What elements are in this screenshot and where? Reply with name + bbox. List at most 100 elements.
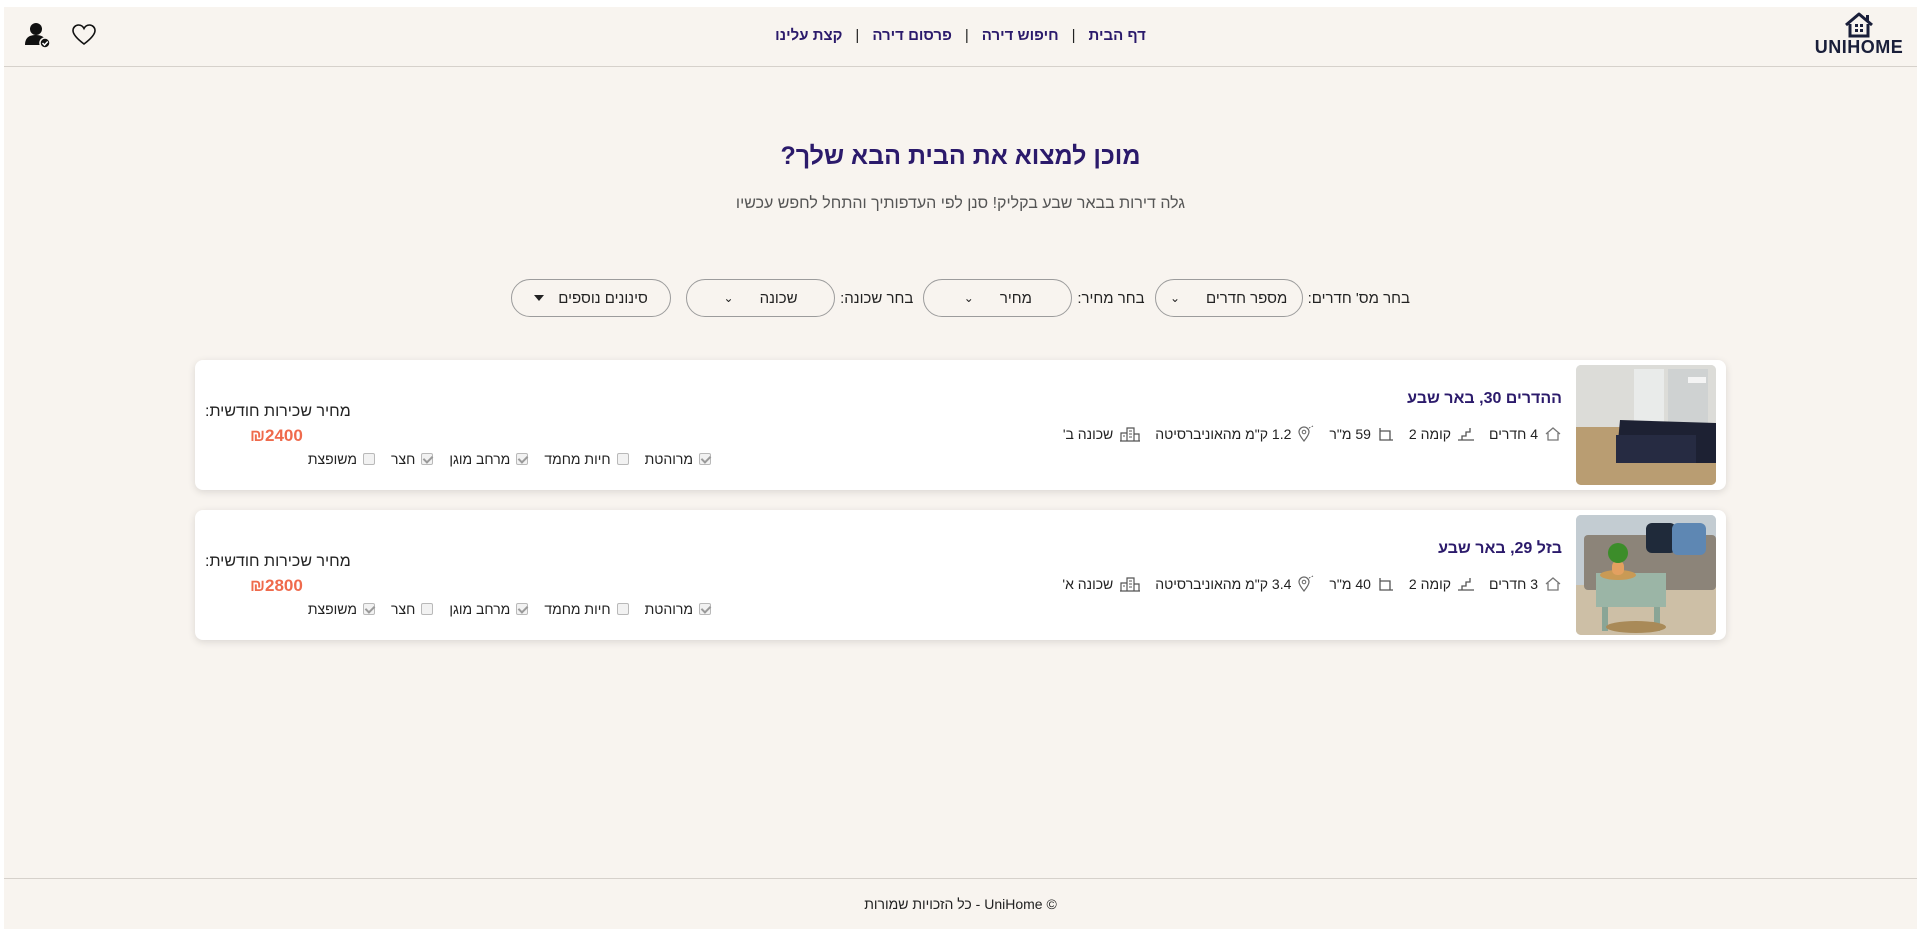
amenity-furnished[interactable]: מרוהטת <box>645 601 711 617</box>
distance-value: 1.2 ק"מ מהאוניברסיטה <box>1155 426 1292 442</box>
nav-separator: | <box>855 27 860 44</box>
rooms-select[interactable]: מספר חדרים ⌄ <box>1154 279 1303 317</box>
hood-filter-label: בחר שכונה: <box>840 289 914 307</box>
amenity-checkbox[interactable] <box>421 453 434 465</box>
amenity-checkbox[interactable] <box>699 453 711 465</box>
heart-icon[interactable] <box>72 24 96 46</box>
size-feature: 40 מ"ר <box>1329 576 1395 592</box>
price-value: ₪2800 <box>250 576 303 595</box>
distance-feature: 3.4 ק"מ מהאוניברסיטה <box>1155 575 1315 593</box>
amenity-label: מרוהטת <box>644 451 693 467</box>
stairs-icon <box>1458 578 1474 591</box>
house-icon <box>1545 577 1561 591</box>
amenity-checkbox[interactable] <box>421 603 434 615</box>
buildings-icon <box>1120 577 1141 592</box>
hero-subtitle: גלה דירות בבאר שבע בקליק! סנן לפי העדפות… <box>735 195 1186 212</box>
header-icons <box>24 21 96 49</box>
price-value: ₪2400 <box>250 426 303 445</box>
amenity-label: חיות מחמד <box>544 451 611 467</box>
user-check-icon[interactable] <box>24 21 52 49</box>
floor-feature: קומה 2 <box>1409 576 1475 592</box>
size-value: 59 מ"ר <box>1329 426 1371 442</box>
nav-separator: | <box>1071 27 1076 44</box>
chevron-down-icon: ⌄ <box>1169 291 1180 305</box>
amenity-pets[interactable]: חיות מחמד <box>544 451 629 467</box>
chevron-down-icon: ⌄ <box>963 291 974 305</box>
location-pin-icon <box>1298 425 1314 442</box>
footer: © UniHome - כל הזכויות שמורות <box>4 878 1917 929</box>
amenity-yard[interactable]: חצר <box>391 451 434 467</box>
amenity-checkbox[interactable] <box>363 603 375 615</box>
listing-card[interactable]: בזל 29, באר שבע 3 חדרים קומה 2 40 מ"ר 3.… <box>195 510 1726 640</box>
neighborhood-feature: שכונה ב' <box>1063 426 1141 442</box>
amenity-label: מרחב מוגן <box>449 451 511 467</box>
amenity-label: משופצת <box>307 601 357 617</box>
area-icon <box>1379 428 1393 441</box>
nav-search[interactable]: חיפוש דירה <box>982 27 1059 44</box>
price-label: מחיר שכירות חודשית: <box>205 403 351 420</box>
amenity-renovated[interactable]: משופצת <box>308 601 375 617</box>
amenity-label: מרחב מוגן <box>449 601 511 617</box>
more-filters-button[interactable]: סינונים נוספים <box>511 279 672 317</box>
price-select-value: מחיר <box>999 289 1032 307</box>
listing-title[interactable]: ההדרים 30, באר שבע <box>1407 390 1562 408</box>
amenity-safe-room[interactable]: מרחב מוגן <box>449 601 529 617</box>
nav-separator: | <box>964 27 969 44</box>
listing-photo[interactable] <box>1576 515 1716 635</box>
house-icon <box>1545 427 1561 441</box>
amenity-label: משופצת <box>307 451 357 467</box>
distance-feature: 1.2 ק"מ מהאוניברסיטה <box>1155 425 1315 443</box>
neighborhood-value: שכונה ב' <box>1062 426 1114 442</box>
listing-card[interactable]: ההדרים 30, באר שבע 4 חדרים קומה 2 59 מ"ר… <box>195 360 1726 490</box>
amenity-checkbox[interactable] <box>516 453 529 465</box>
nav-about[interactable]: קצת עלינו <box>775 27 842 44</box>
nav-home[interactable]: דף הבית <box>1089 27 1146 44</box>
neighborhood-value: שכונה א' <box>1062 576 1114 592</box>
amenity-renovated[interactable]: משופצת <box>308 451 375 467</box>
caret-down-icon <box>534 295 545 301</box>
rooms-value: 3 חדרים <box>1489 576 1538 592</box>
amenity-safe-room[interactable]: מרחב מוגן <box>449 451 529 467</box>
filters-bar: בחר מס' חדרים: מספר חדרים ⌄ בחר מחיר: מח… <box>4 279 1917 317</box>
price-filter-label: בחר מחיר: <box>1077 289 1145 307</box>
size-value: 40 מ"ר <box>1329 576 1371 592</box>
amenity-checkbox[interactable] <box>516 603 529 615</box>
neighborhood-select[interactable]: שכונה ⌄ <box>686 279 836 317</box>
amenity-furnished[interactable]: מרוהטת <box>645 451 711 467</box>
page: UNIHOME דף הבית | חיפוש דירה | פרסום דיר… <box>4 7 1917 929</box>
floor-feature: קומה 2 <box>1409 426 1475 442</box>
main-nav: דף הבית | חיפוש דירה | פרסום דירה | קצת … <box>4 27 1917 44</box>
listing-amenities: מרוהטת חיות מחמד מרחב מוגן חצר משופצת <box>292 451 711 467</box>
size-feature: 59 מ"ר <box>1329 426 1395 442</box>
hero-title: מוכן למצוא את הבית הבא שלך? <box>780 142 1141 170</box>
amenity-checkbox[interactable] <box>363 453 375 465</box>
amenity-checkbox[interactable] <box>616 603 629 615</box>
amenity-label: חצר <box>391 601 416 617</box>
price-label: מחיר שכירות חודשית: <box>205 553 351 570</box>
listing-features: 4 חדרים קומה 2 59 מ"ר 1.2 ק"מ מהאוניברסי… <box>1049 425 1562 443</box>
amenity-label: חצר <box>391 451 416 467</box>
rooms-feature: 4 חדרים <box>1489 426 1562 442</box>
area-icon <box>1379 578 1393 591</box>
amenity-label: חיות מחמד <box>544 601 611 617</box>
distance-value: 3.4 ק"מ מהאוניברסיטה <box>1155 576 1292 592</box>
amenity-pets[interactable]: חיות מחמד <box>544 601 629 617</box>
amenity-checkbox[interactable] <box>699 603 711 615</box>
rooms-feature: 3 חדרים <box>1489 576 1562 592</box>
living-room-photo <box>1576 365 1716 485</box>
listing-photo[interactable] <box>1576 365 1716 485</box>
neighborhood-select-value: שכונה <box>759 289 798 307</box>
floor-value: קומה 2 <box>1408 426 1451 442</box>
nav-publish[interactable]: פרסום דירה <box>872 27 952 44</box>
buildings-icon <box>1120 427 1141 442</box>
neighborhood-feature: שכונה א' <box>1062 576 1141 592</box>
chevron-down-icon: ⌄ <box>723 291 734 305</box>
stairs-icon <box>1458 428 1474 441</box>
price-select[interactable]: מחיר ⌄ <box>923 279 1073 317</box>
living-room-photo <box>1576 515 1716 635</box>
floor-value: קומה 2 <box>1408 576 1451 592</box>
amenity-checkbox[interactable] <box>616 453 629 465</box>
amenity-yard[interactable]: חצר <box>391 601 434 617</box>
listing-title[interactable]: בזל 29, באר שבע <box>1438 540 1562 558</box>
listing-features: 3 חדרים קומה 2 40 מ"ר 3.4 ק"מ מהאוניברסי… <box>1048 575 1562 593</box>
